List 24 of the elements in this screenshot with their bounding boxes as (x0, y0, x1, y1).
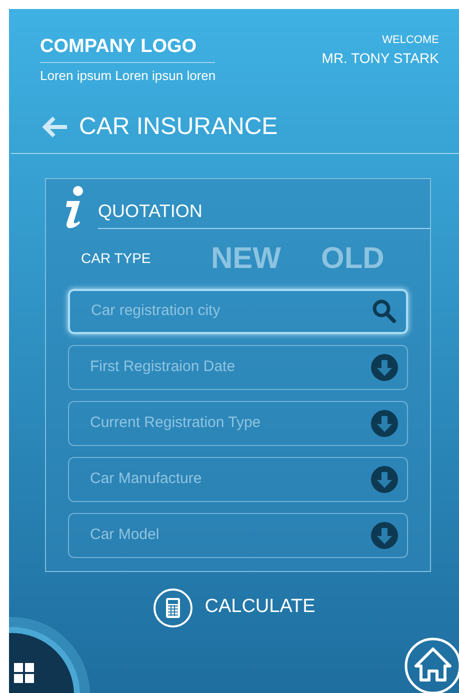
calculate-button[interactable]: CALCULATE (152, 588, 316, 628)
welcome-label: WELCOME (382, 33, 439, 48)
dropdown-field[interactable]: Car Model (68, 512, 408, 558)
car-type-option[interactable]: NEW (211, 240, 281, 276)
field-placeholder: Car Model (90, 524, 160, 545)
field-placeholder: First Registraion Date (90, 356, 236, 377)
company-logo: COMPANY LOGO (40, 35, 215, 63)
calculator-icon (152, 588, 193, 628)
field-placeholder: Current Registration Type (90, 412, 261, 433)
field-placeholder: Car registration city (91, 300, 220, 321)
grid-icon (14, 663, 34, 683)
tagline: Loren ipsum Loren ipsun loren (40, 67, 216, 85)
dropdown-field[interactable]: Car Manufacture (68, 456, 408, 502)
card-title: QUOTATION (98, 198, 430, 228)
user-name: MR. TONY STARK (322, 49, 439, 68)
search-field[interactable]: Car registration city (68, 288, 408, 334)
car-type-option[interactable]: OLD (321, 240, 384, 276)
car-type-label: CAR TYPE (81, 249, 152, 268)
dropdown-field[interactable]: Current Registration Type (68, 400, 408, 446)
field-placeholder: Car Manufacture (90, 468, 202, 489)
dropdown-field[interactable]: First Registraion Date (68, 344, 408, 390)
search-icon (371, 298, 397, 324)
page-title: CAR INSURANCE (79, 112, 278, 142)
home-icon[interactable] (404, 637, 459, 693)
